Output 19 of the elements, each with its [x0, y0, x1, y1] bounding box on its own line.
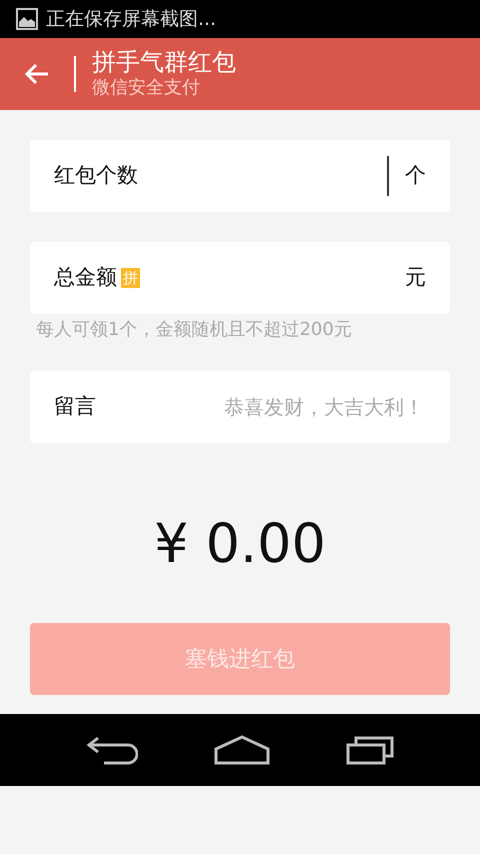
- field-label: 总金额: [54, 264, 117, 292]
- page-subtitle: 微信安全支付: [92, 77, 201, 99]
- total-amount: ¥ 0.00: [154, 512, 326, 575]
- field-label: 留言: [54, 393, 96, 420]
- form-row[interactable]: 红包个数 个: [30, 140, 450, 212]
- hint-text: 每人可领1个，金额随机且不超过200元: [36, 318, 353, 342]
- picture-icon: [16, 8, 38, 30]
- form-row[interactable]: 留言 恭喜发财，大吉大利！: [30, 371, 450, 443]
- unit-label: 元: [405, 264, 426, 292]
- page-title: 拼手气群红包: [92, 49, 236, 77]
- tag: 拼: [121, 268, 140, 288]
- back-icon[interactable]: [86, 735, 138, 765]
- recent-apps-icon[interactable]: [346, 735, 394, 765]
- field-label: 红包个数: [54, 162, 138, 190]
- message-field[interactable]: 恭喜发财，大吉大利！: [166, 391, 426, 423]
- form-row[interactable]: 总金额 拼 元: [30, 242, 450, 314]
- home-icon[interactable]: [214, 735, 270, 765]
- notification-text: 正在保存屏幕截图...: [46, 6, 216, 32]
- unit-label: 个: [405, 162, 426, 190]
